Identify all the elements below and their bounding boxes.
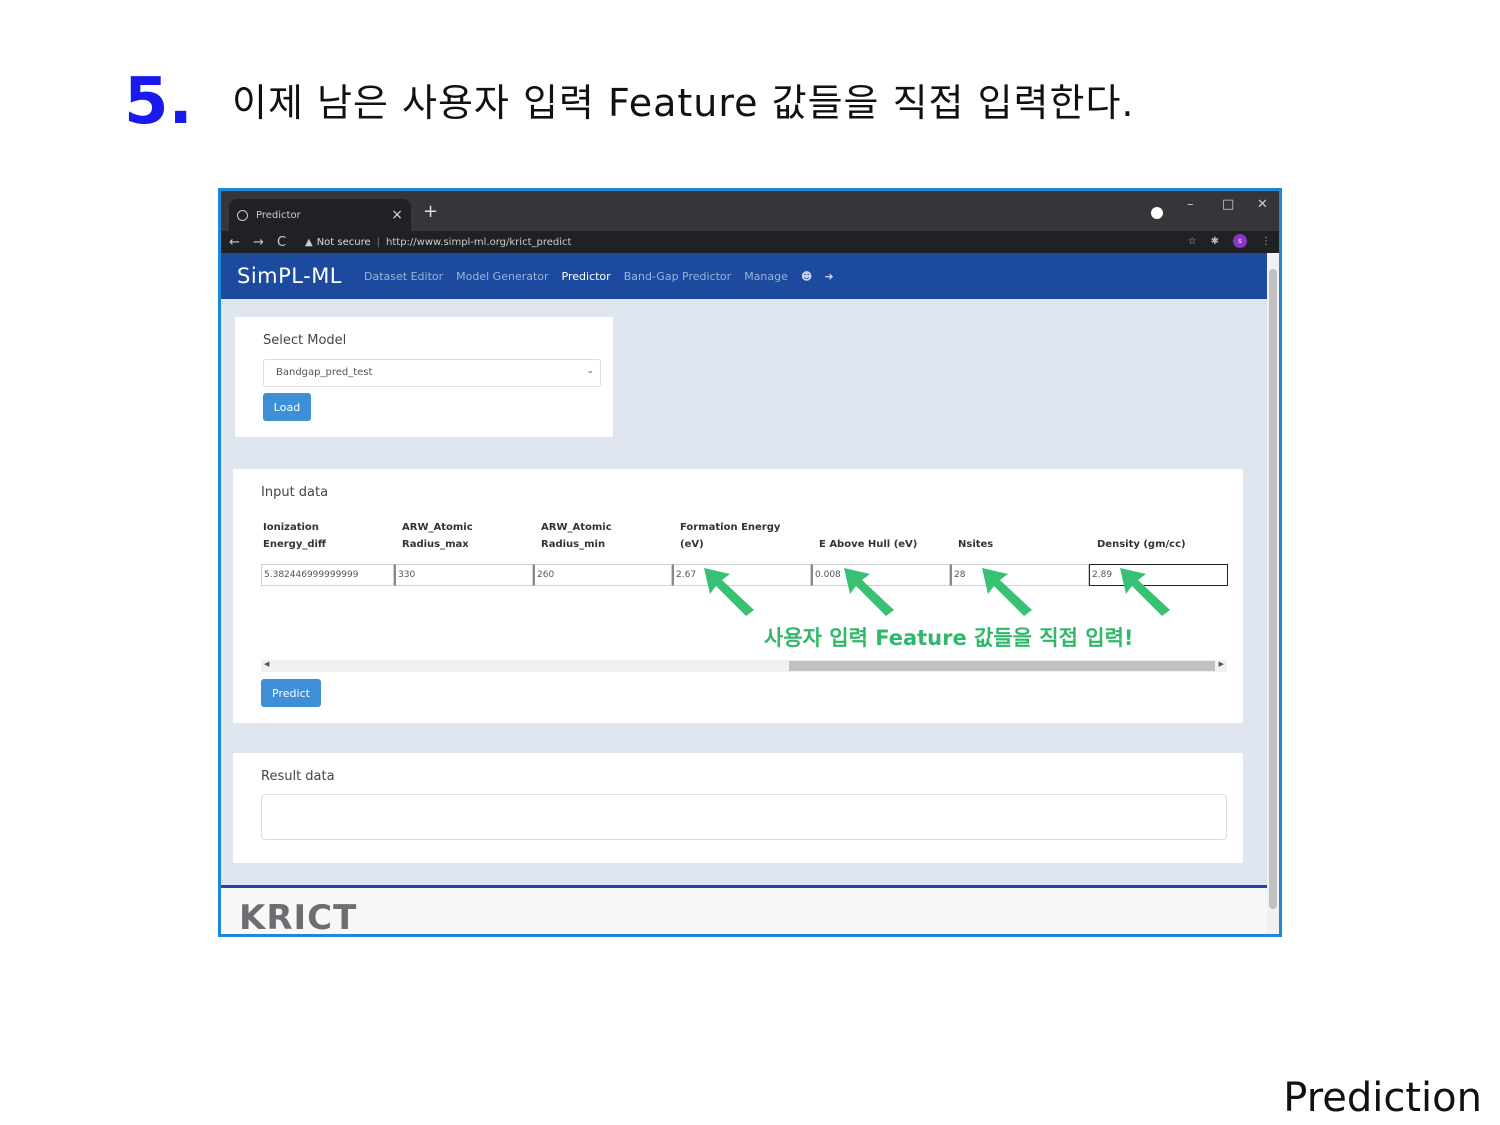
browser-window: Predictor × + – □ ✕ ← → C ▲ Not secure |… bbox=[218, 188, 1282, 937]
footer-label: Prediction bbox=[1283, 1075, 1482, 1121]
extensions-icon[interactable]: ✱ bbox=[1211, 236, 1219, 247]
result-textarea[interactable] bbox=[261, 794, 1227, 840]
column-header: ARW_Atomic Radius_min bbox=[541, 522, 612, 550]
page-footer: KRICT bbox=[221, 885, 1267, 937]
radius-max-input[interactable]: 330 bbox=[394, 564, 533, 586]
column-header: Ionization Energy_diff bbox=[263, 522, 327, 550]
new-tab-icon[interactable]: + bbox=[423, 201, 438, 222]
minimize-icon[interactable]: – bbox=[1187, 197, 1194, 212]
load-button[interactable]: Load bbox=[263, 393, 311, 421]
arrow-icon bbox=[1120, 568, 1170, 616]
result-data-section: Result data bbox=[233, 743, 1267, 883]
input-data-title: Input data bbox=[261, 485, 329, 500]
profile-menu-icon[interactable] bbox=[1151, 207, 1163, 219]
reload-icon[interactable]: C bbox=[277, 235, 301, 250]
browser-tab[interactable]: Predictor × bbox=[229, 199, 411, 231]
forward-icon[interactable]: → bbox=[253, 235, 277, 250]
globe-icon bbox=[237, 209, 248, 221]
nav-predictor[interactable]: Predictor bbox=[562, 270, 611, 283]
more-menu-icon[interactable]: ⋮ bbox=[1261, 236, 1271, 247]
krict-logo: KRICT bbox=[239, 898, 358, 937]
avatar[interactable]: s bbox=[1233, 234, 1247, 248]
chevron-down-icon: ⌄ bbox=[586, 366, 594, 376]
horizontal-scroll-thumb[interactable] bbox=[789, 661, 1215, 671]
warning-icon: ▲ bbox=[305, 236, 313, 248]
tab-close-icon[interactable]: × bbox=[391, 207, 403, 223]
select-model-card: Select Model Bandgap_pred_test ⌄ Load bbox=[235, 317, 613, 437]
brand-logo[interactable]: SimPL-ML bbox=[237, 264, 342, 288]
close-window-icon[interactable]: ✕ bbox=[1257, 197, 1268, 212]
column-header: Density (gm/cc) bbox=[1097, 539, 1186, 550]
model-select-value: Bandgap_pred_test bbox=[276, 367, 373, 378]
url-text: http://www.simpl-ml.org/krict_predict bbox=[386, 236, 572, 248]
column-header: Formation Energy (eV) bbox=[680, 522, 781, 550]
scroll-right-icon[interactable]: ▶ bbox=[1219, 660, 1224, 668]
nav-manage[interactable]: Manage bbox=[744, 270, 788, 283]
annotation-text: 사용자 입력 Feature 값들을 직접 입력! bbox=[764, 626, 1134, 650]
radius-min-input[interactable]: 260 bbox=[533, 564, 672, 586]
address-bar: ← → C ▲ Not secure | http://www.simpl-ml… bbox=[221, 231, 1279, 253]
browser-titlebar: Predictor × + – □ ✕ bbox=[221, 191, 1279, 231]
slide-title: 이제 남은 사용자 입력 Feature 값들을 직접 입력한다. bbox=[232, 81, 1135, 125]
maximize-icon[interactable]: □ bbox=[1222, 197, 1234, 212]
vertical-scroll-thumb[interactable] bbox=[1269, 269, 1277, 909]
tab-title: Predictor bbox=[256, 209, 301, 221]
result-data-title: Result data bbox=[261, 769, 335, 784]
column-header: ARW_Atomic Radius_max bbox=[402, 522, 473, 550]
vertical-scrollbar[interactable] bbox=[1267, 253, 1279, 934]
url-field[interactable]: ▲ Not secure | http://www.simpl-ml.org/k… bbox=[305, 233, 1185, 251]
slide: 5. 이제 남은 사용자 입력 Feature 값들을 직접 입력한다. Pre… bbox=[0, 0, 1500, 1125]
ionization-energy-input[interactable]: 5.382446999999999 bbox=[261, 564, 394, 586]
select-model-title: Select Model bbox=[263, 333, 347, 348]
address-bar-actions: ☆ ✱ s ⋮ bbox=[1188, 234, 1271, 248]
select-model-section: Select Model Bandgap_pred_test ⌄ Load bbox=[233, 307, 1267, 451]
arrow-icon bbox=[982, 568, 1032, 616]
column-header: E Above Hull (eV) bbox=[819, 539, 918, 550]
scroll-left-icon[interactable]: ◀ bbox=[264, 660, 269, 668]
nav-dataset-editor[interactable]: Dataset Editor bbox=[364, 270, 443, 283]
user-icon[interactable]: ☻ bbox=[801, 270, 812, 283]
predict-button[interactable]: Predict bbox=[261, 679, 321, 707]
logout-icon[interactable]: ➜ bbox=[824, 270, 833, 283]
back-icon[interactable]: ← bbox=[229, 235, 253, 250]
step-number: 5. bbox=[124, 65, 193, 139]
horizontal-scrollbar[interactable]: ◀ ▶ bbox=[261, 660, 1227, 672]
result-data-card: Result data bbox=[233, 753, 1243, 863]
app-navbar: SimPL-ML Dataset Editor Model Generator … bbox=[221, 253, 1267, 299]
column-header: Nsites bbox=[958, 539, 994, 550]
arrow-icon bbox=[704, 568, 754, 616]
nav-band-gap-predictor[interactable]: Band-Gap Predictor bbox=[624, 270, 732, 283]
arrow-icon bbox=[844, 568, 894, 616]
model-select[interactable]: Bandgap_pred_test ⌄ bbox=[263, 359, 601, 387]
bookmark-star-icon[interactable]: ☆ bbox=[1188, 236, 1197, 247]
security-label: Not secure bbox=[316, 236, 371, 248]
nav-model-generator[interactable]: Model Generator bbox=[456, 270, 548, 283]
url-separator: | bbox=[376, 236, 381, 248]
